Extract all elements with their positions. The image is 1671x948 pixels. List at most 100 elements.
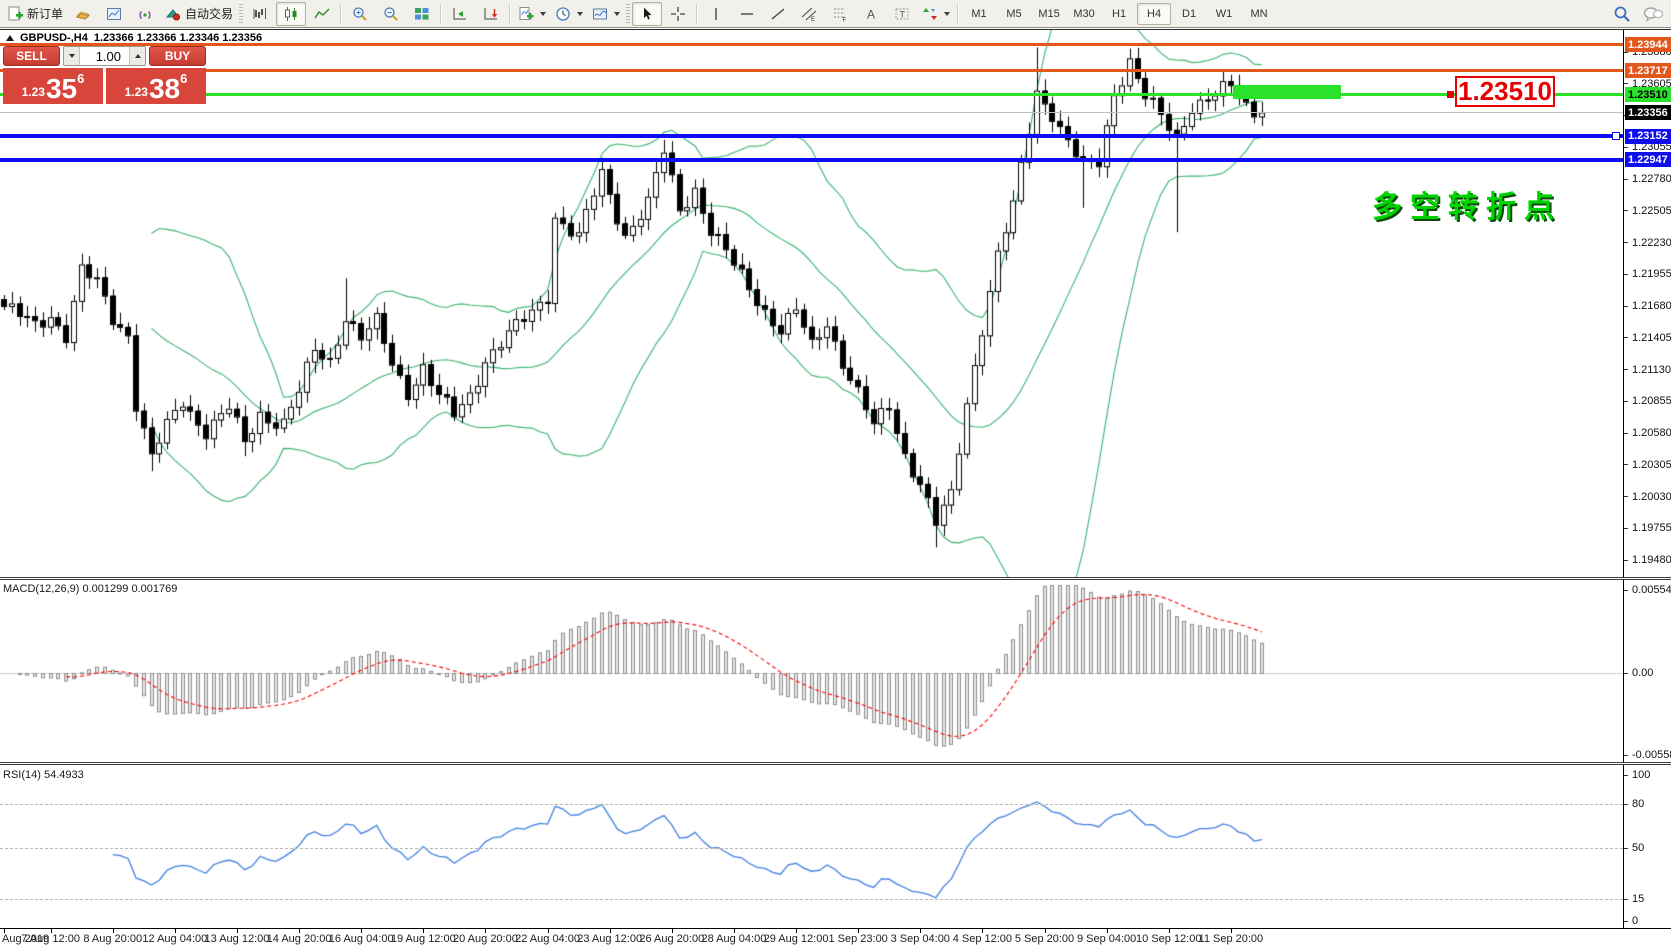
macd-axis-label: -0.005583 <box>1632 749 1671 761</box>
crosshair-button[interactable] <box>663 2 693 26</box>
price-tick-label: 1.20030 <box>1632 491 1671 503</box>
line-chart-button[interactable] <box>307 2 337 26</box>
price-box-anchor-marker[interactable] <box>1447 91 1454 98</box>
text-button[interactable]: A <box>856 2 886 26</box>
equidistant-channel-button[interactable]: E <box>794 2 824 26</box>
time-axis-label: 29 Aug 12:00 <box>764 933 829 945</box>
timeframe-button-m5[interactable]: M5 <box>997 3 1031 25</box>
macd-panel-separator[interactable] <box>0 577 1671 580</box>
timeframe-button-m15[interactable]: M15 <box>1032 3 1066 25</box>
vertical-line-button[interactable] <box>701 2 731 26</box>
signals-button[interactable] <box>130 2 160 26</box>
text-label-icon: T <box>894 6 910 22</box>
price-badge-support-lower: 1.22947 <box>1625 152 1671 167</box>
timeframe-button-d1[interactable]: D1 <box>1172 3 1206 25</box>
ohlc-values: 1.23366 1.23366 1.23346 1.23356 <box>94 32 262 44</box>
dropdown-caret <box>614 12 620 16</box>
hline-anchor-marker[interactable] <box>1612 132 1620 140</box>
rsi-level-15 <box>0 899 1623 900</box>
timeframe-button-mn[interactable]: MN <box>1242 3 1276 25</box>
chart-title-row: GBPUSD-,H4 1.23366 1.23366 1.23346 1.233… <box>6 32 262 44</box>
timeframe-button-m30[interactable]: M30 <box>1067 3 1101 25</box>
clock-icon <box>555 6 571 22</box>
price-tick-mark <box>1624 242 1628 243</box>
price-annotation-box[interactable]: 1.23510 <box>1455 76 1555 107</box>
rsi-level-80 <box>0 804 1623 805</box>
turning-point-annotation[interactable]: 多空转折点 <box>1372 182 1562 226</box>
timeframe-button-h4[interactable]: H4 <box>1137 3 1171 25</box>
macd-tick-mark <box>1624 673 1628 674</box>
insert-group <box>514 2 624 26</box>
bar-chart-icon <box>252 6 268 22</box>
timeframe-button-w1[interactable]: W1 <box>1207 3 1241 25</box>
price-tick-mark <box>1624 147 1628 148</box>
buy-price-box[interactable]: 1.23 38 6 <box>106 68 206 104</box>
charts-window-button[interactable] <box>99 2 129 26</box>
template-icon <box>592 6 608 22</box>
price-tick-label: 1.20305 <box>1632 459 1671 471</box>
price-badge-resistance-lower: 1.23717 <box>1625 63 1671 78</box>
market-watch-button[interactable] <box>68 2 98 26</box>
toolbar-grip[interactable] <box>626 4 630 24</box>
fibonacci-icon: F <box>832 6 848 22</box>
auto-scroll-button[interactable] <box>445 2 475 26</box>
objects-group: E F A T <box>701 2 954 26</box>
periods-button[interactable] <box>551 2 587 26</box>
chat-button[interactable] <box>1638 2 1668 26</box>
macd-canvas[interactable] <box>0 580 1623 762</box>
price-tick-mark <box>1624 179 1628 180</box>
text-label-button[interactable]: T <box>887 2 917 26</box>
indicators-icon <box>518 6 534 22</box>
fibonacci-button[interactable]: F <box>825 2 855 26</box>
macd-axis-label: 0.005543 <box>1632 584 1671 596</box>
arrows-button[interactable] <box>918 2 954 26</box>
rsi-level-50 <box>0 848 1623 849</box>
rsi-tick-mark <box>1624 921 1628 922</box>
bar-chart-button[interactable] <box>245 2 275 26</box>
hline-bid-price-line[interactable] <box>0 112 1623 113</box>
indicators-button[interactable] <box>514 2 550 26</box>
rsi-panel-separator[interactable] <box>0 762 1671 765</box>
highlight-rectangle[interactable] <box>1233 85 1341 99</box>
hline-pivot-green[interactable] <box>0 93 1623 96</box>
hline-support-upper[interactable] <box>0 134 1623 138</box>
toolbar-grip[interactable] <box>239 4 243 24</box>
trendline-button[interactable] <box>763 2 793 26</box>
hline-support-lower[interactable] <box>0 158 1623 162</box>
volume-field[interactable]: 1.00 <box>80 47 129 65</box>
macd-tick-mark <box>1624 755 1628 756</box>
templates-button[interactable] <box>588 2 624 26</box>
rsi-label-row: RSI(14) 54.4933 <box>3 769 84 781</box>
candlestick-chart-button[interactable] <box>276 2 306 26</box>
zoom-in-button[interactable] <box>345 2 375 26</box>
volume-increase-button[interactable] <box>129 47 145 65</box>
buy-price-prefix: 1.23 <box>125 85 148 99</box>
svg-text:T: T <box>900 9 906 19</box>
time-axis-label: 7 Aug 12:00 <box>21 933 80 945</box>
buy-button[interactable]: BUY <box>149 46 206 66</box>
sell-button[interactable]: SELL <box>3 46 60 66</box>
search-button[interactable] <box>1607 2 1637 26</box>
zoom-out-button[interactable] <box>376 2 406 26</box>
new-order-button[interactable]: 新订单 <box>3 2 67 26</box>
time-axis-label: 5 Sep 20:00 <box>1015 933 1074 945</box>
cursor-button[interactable] <box>632 2 662 26</box>
macd-value-signal: 0.001769 <box>131 583 177 595</box>
timeframe-button-h1[interactable]: H1 <box>1102 3 1136 25</box>
one-click-panel-toggle[interactable] <box>6 35 14 41</box>
time-axis-label: 28 Aug 04:00 <box>701 933 766 945</box>
hline-resistance-lower[interactable] <box>0 69 1623 72</box>
volume-decrease-button[interactable] <box>64 47 80 65</box>
horizontal-line-button[interactable] <box>732 2 762 26</box>
autotrade-button[interactable]: 自动交易 <box>161 2 237 26</box>
zoom-in-icon <box>352 6 368 22</box>
time-axis[interactable]: Aug 20197 Aug 12:008 Aug 20:0012 Aug 04:… <box>0 928 1671 948</box>
sell-price-box[interactable]: 1.23 35 6 <box>3 68 103 104</box>
tile-windows-button[interactable] <box>407 2 437 26</box>
chart-shift-button[interactable] <box>476 2 506 26</box>
price-axis[interactable]: 1.238801.236051.233301.230551.227801.225… <box>1623 30 1671 928</box>
rsi-canvas[interactable] <box>0 766 1623 928</box>
chart-type-group <box>245 2 337 26</box>
channel-icon: E <box>801 6 817 22</box>
timeframe-button-m1[interactable]: M1 <box>962 3 996 25</box>
